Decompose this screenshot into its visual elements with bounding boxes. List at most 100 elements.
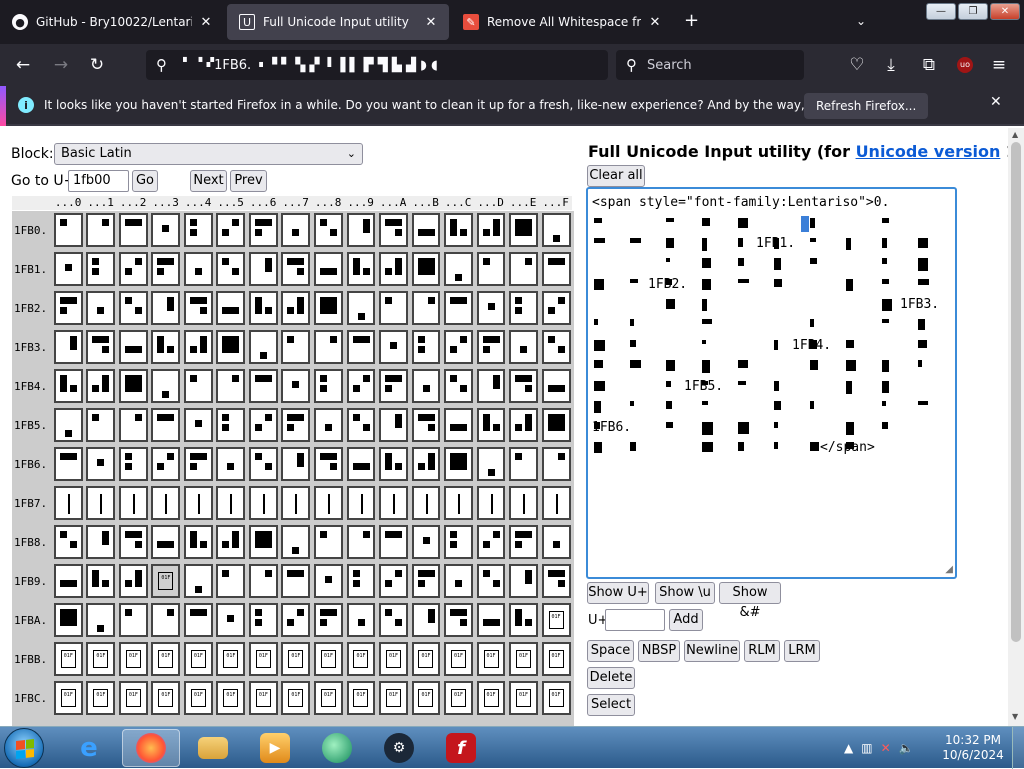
character-cell[interactable] (379, 330, 408, 364)
app-globe[interactable] (308, 729, 366, 767)
character-cell[interactable]: 01F (118, 681, 148, 715)
character-cell[interactable] (509, 252, 538, 286)
character-cell[interactable] (216, 252, 246, 286)
page-scrollbar[interactable]: ▲ ▼ (1008, 128, 1024, 726)
character-cell[interactable] (476, 291, 506, 325)
character-cell[interactable]: 01F (281, 681, 311, 715)
character-cell[interactable] (151, 525, 181, 559)
next-button[interactable]: Next (190, 170, 227, 192)
character-cell[interactable] (313, 369, 343, 403)
character-cell[interactable] (86, 291, 116, 325)
character-cell[interactable] (53, 408, 83, 442)
character-cell[interactable]: 01F (183, 681, 213, 715)
character-cell[interactable] (509, 213, 538, 247)
character-cell[interactable]: 01F (541, 603, 571, 637)
download-icon[interactable]: ⤓ (876, 44, 906, 86)
character-cell[interactable] (53, 525, 83, 559)
character-cell[interactable] (444, 525, 473, 559)
start-button[interactable] (4, 728, 44, 768)
character-cell[interactable] (476, 408, 506, 442)
character-cell[interactable] (216, 525, 246, 559)
speaker-icon[interactable]: 🔈 (899, 741, 914, 755)
character-cell[interactable] (183, 447, 213, 481)
select-button[interactable]: Select (587, 694, 635, 716)
character-cell[interactable]: 01F (379, 642, 408, 676)
character-cell[interactable] (541, 447, 571, 481)
character-cell[interactable] (53, 447, 83, 481)
character-cell[interactable] (411, 213, 441, 247)
character-cell[interactable] (281, 213, 311, 247)
character-cell[interactable] (216, 330, 246, 364)
character-cell[interactable] (411, 603, 441, 637)
character-cell[interactable] (151, 486, 181, 520)
character-cell[interactable] (379, 486, 408, 520)
character-cell[interactable] (151, 213, 181, 247)
character-cell[interactable]: 01F (118, 642, 148, 676)
character-cell[interactable] (118, 525, 148, 559)
pocket-icon[interactable]: ♡ (842, 44, 872, 86)
character-cell[interactable]: 01F (86, 681, 116, 715)
character-cell[interactable] (346, 330, 376, 364)
character-cell[interactable] (216, 564, 246, 598)
character-cell[interactable] (346, 213, 376, 247)
character-cell[interactable] (183, 369, 213, 403)
menu-icon[interactable]: ≡ (984, 44, 1014, 86)
character-cell[interactable] (248, 369, 278, 403)
add-button[interactable]: Add (669, 609, 703, 631)
character-cell[interactable] (444, 213, 473, 247)
character-cell[interactable] (281, 408, 311, 442)
character-cell[interactable] (281, 369, 311, 403)
character-cell[interactable] (86, 603, 116, 637)
minimize-button[interactable]: — (926, 3, 956, 20)
character-cell[interactable] (281, 603, 311, 637)
character-cell[interactable] (444, 252, 473, 286)
character-cell[interactable] (444, 447, 473, 481)
steam-app[interactable]: ⚙ (370, 729, 428, 767)
character-cell[interactable] (248, 330, 278, 364)
character-cell[interactable] (379, 447, 408, 481)
character-cell[interactable] (183, 408, 213, 442)
character-cell[interactable] (281, 486, 311, 520)
codepoint-input[interactable] (605, 609, 665, 631)
character-cell[interactable] (118, 408, 148, 442)
close-icon[interactable]: ✕ (423, 15, 439, 30)
character-cell[interactable] (346, 408, 376, 442)
character-cell[interactable] (118, 291, 148, 325)
character-cell[interactable]: 01F (346, 681, 376, 715)
chevron-down-icon[interactable]: ⌄ (856, 14, 866, 28)
newline-button[interactable]: Newline (684, 640, 740, 662)
character-cell[interactable] (541, 564, 571, 598)
character-cell[interactable]: 01F (216, 681, 246, 715)
character-cell[interactable] (346, 252, 376, 286)
character-cell[interactable] (476, 486, 506, 520)
character-cell[interactable] (411, 330, 441, 364)
character-cell[interactable] (541, 330, 571, 364)
character-cell[interactable] (118, 213, 148, 247)
rlm-button[interactable]: RLM (744, 640, 780, 662)
character-cell[interactable] (248, 486, 278, 520)
character-cell[interactable] (509, 330, 538, 364)
character-cell[interactable]: 01F (509, 681, 538, 715)
character-cell[interactable] (379, 603, 408, 637)
character-cell[interactable] (411, 486, 441, 520)
maximize-button[interactable]: ❐ (958, 3, 988, 20)
character-cell[interactable] (86, 369, 116, 403)
character-cell[interactable]: 01F (151, 681, 181, 715)
character-cell[interactable] (509, 369, 538, 403)
character-cell[interactable] (86, 525, 116, 559)
tray-expand-icon[interactable]: ▲ (844, 741, 853, 755)
character-cell[interactable]: 01F (248, 642, 278, 676)
flash-app[interactable]: f (432, 729, 490, 767)
character-cell[interactable] (476, 330, 506, 364)
close-icon[interactable]: ✕ (990, 94, 1002, 110)
character-cell[interactable] (118, 486, 148, 520)
character-cell[interactable] (444, 330, 473, 364)
network-x-icon[interactable]: ✕ (881, 741, 891, 755)
tab-unicode-utility[interactable]: U Full Unicode Input utility ✕ (227, 4, 449, 40)
character-cell[interactable] (411, 447, 441, 481)
show-amp-button[interactable]: Show &# (719, 582, 781, 620)
character-cell[interactable] (444, 408, 473, 442)
character-cell[interactable] (53, 603, 83, 637)
close-icon[interactable]: ✕ (647, 15, 663, 30)
character-cell[interactable] (411, 408, 441, 442)
